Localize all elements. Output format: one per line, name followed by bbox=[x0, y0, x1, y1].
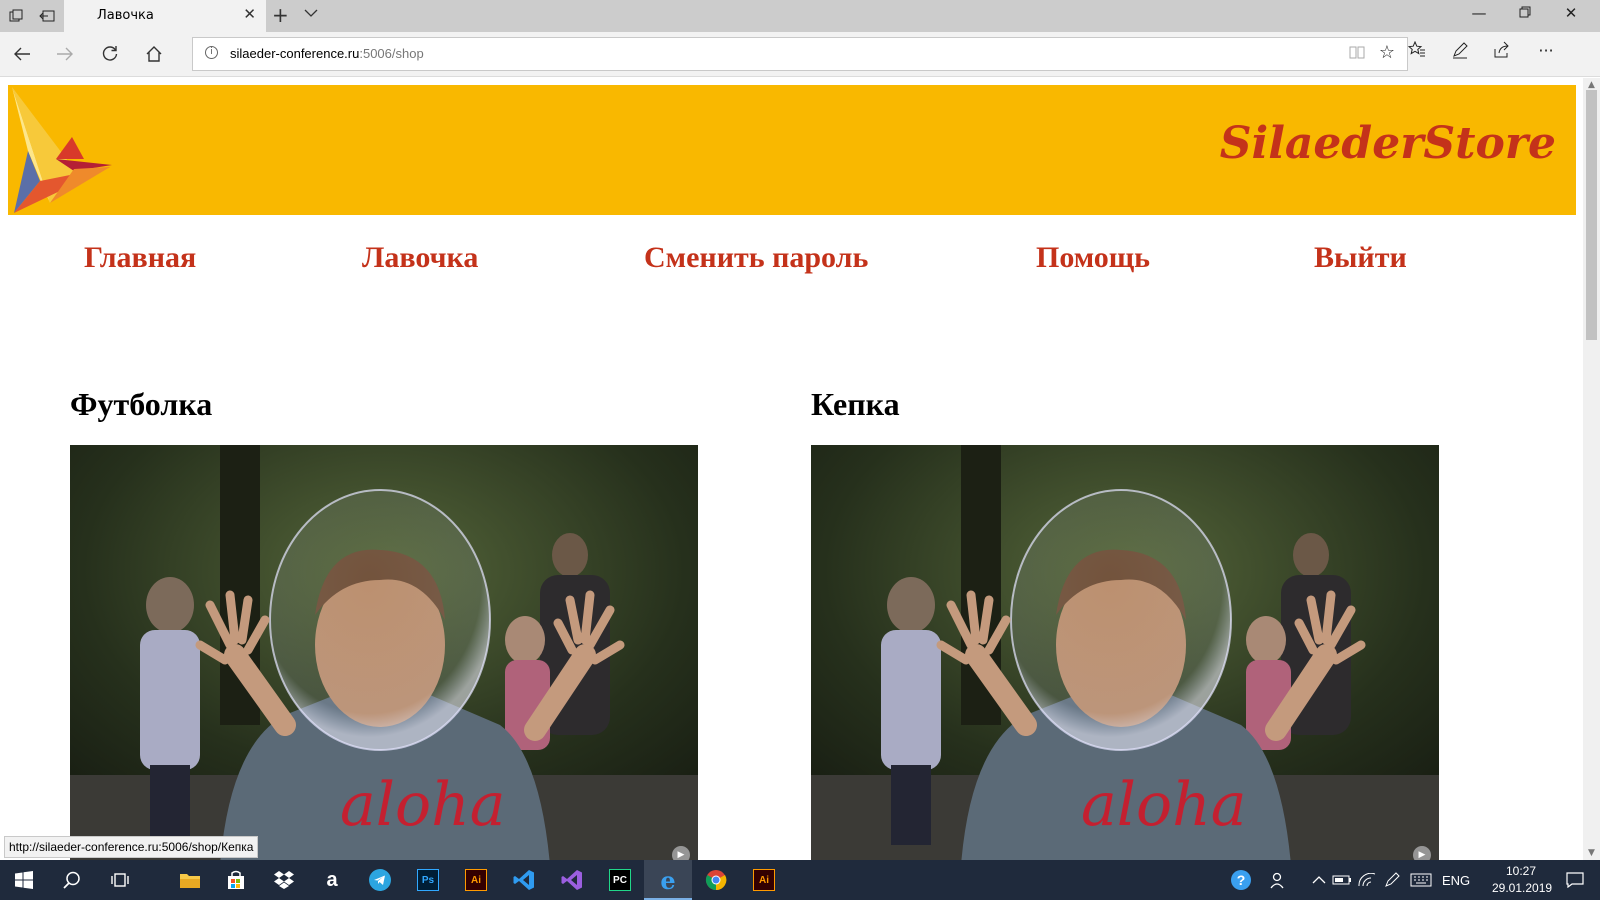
tab-actions-icon[interactable] bbox=[6, 6, 26, 26]
vscode-icon[interactable] bbox=[500, 860, 548, 900]
product-image[interactable]: aloha ▶ bbox=[811, 445, 1439, 860]
amazon-icon[interactable]: a bbox=[308, 860, 356, 900]
menu-item-home[interactable]: Главная bbox=[84, 241, 196, 275]
address-bar[interactable]: i silaeder-conference.ru:5006/shop ☆ bbox=[192, 37, 1408, 71]
clock-time: 10:27 bbox=[1505, 864, 1537, 878]
site-brand[interactable]: SilaederStore bbox=[1220, 118, 1556, 169]
chevron-down-icon[interactable] bbox=[304, 6, 318, 24]
battery-icon[interactable] bbox=[1332, 860, 1352, 900]
file-explorer-icon[interactable] bbox=[166, 860, 214, 900]
home-icon[interactable] bbox=[140, 40, 168, 68]
illustrator-label: Ai bbox=[753, 869, 775, 891]
people-icon[interactable] bbox=[1270, 860, 1288, 900]
wifi-icon[interactable] bbox=[1358, 860, 1376, 900]
tray-expand-icon[interactable] bbox=[1312, 860, 1326, 900]
telegram-icon[interactable] bbox=[356, 860, 404, 900]
logo-icon bbox=[12, 87, 112, 213]
browser-toolbar: i silaeder-conference.ru:5006/shop ☆ ··· bbox=[0, 32, 1600, 77]
scroll-down-icon[interactable]: ▼ bbox=[1583, 848, 1600, 858]
refresh-icon[interactable] bbox=[96, 40, 124, 68]
pycharm-label: PC bbox=[609, 869, 631, 891]
forward-icon[interactable] bbox=[51, 40, 79, 68]
menu-item-logout[interactable]: Выйти bbox=[1314, 241, 1407, 275]
url-host: silaeder-conference.ru bbox=[230, 46, 360, 61]
site-header: SilaederStore bbox=[8, 85, 1576, 215]
svg-text:aloha: aloha bbox=[340, 770, 506, 840]
language-indicator[interactable]: ENG bbox=[1442, 860, 1470, 900]
back-icon[interactable] bbox=[8, 40, 36, 68]
product-title: Кепка bbox=[811, 386, 900, 422]
scrollbar[interactable]: ▲ ▼ bbox=[1583, 78, 1600, 860]
edge-icon[interactable]: e bbox=[644, 860, 692, 900]
pycharm-icon[interactable]: PC bbox=[596, 860, 644, 900]
clock-date: 29.01.2019 bbox=[1492, 881, 1553, 895]
scroll-thumb[interactable] bbox=[1586, 90, 1597, 340]
photoshop-label: Ps bbox=[417, 869, 439, 891]
tab-bar: Лавочка ✕ + — ✕ bbox=[0, 0, 1600, 32]
task-view-icon[interactable] bbox=[96, 860, 144, 900]
web-note-icon[interactable] bbox=[1446, 41, 1474, 63]
taskbar-clock[interactable]: 10:27 29.01.2019 bbox=[1492, 863, 1553, 897]
new-tab-icon[interactable]: + bbox=[272, 3, 289, 27]
visual-studio-icon[interactable] bbox=[548, 860, 596, 900]
menu-item-change-password[interactable]: Сменить пароль bbox=[644, 241, 868, 275]
svg-text:?: ? bbox=[1237, 872, 1246, 888]
link-status-bar: http://silaeder-conference.ru:5006/shop/… bbox=[4, 836, 259, 858]
close-tab-icon[interactable]: ✕ bbox=[243, 5, 256, 23]
favorite-star-icon[interactable]: ☆ bbox=[1379, 42, 1395, 63]
product-card[interactable]: Футболка aloha ▶ bbox=[70, 386, 698, 860]
set-tabs-aside-icon[interactable] bbox=[37, 6, 57, 26]
start-icon[interactable] bbox=[0, 860, 48, 900]
product-image[interactable]: aloha ▶ bbox=[70, 445, 698, 860]
url-path: :5006/shop bbox=[359, 46, 424, 61]
search-icon[interactable] bbox=[48, 860, 96, 900]
svg-text:aloha: aloha bbox=[1081, 770, 1247, 840]
site-info-icon[interactable]: i bbox=[205, 46, 218, 59]
tab-active[interactable]: Лавочка ✕ bbox=[64, 0, 266, 32]
favorites-hub-icon[interactable] bbox=[1403, 40, 1431, 61]
play-icon[interactable]: ▶ bbox=[1413, 846, 1431, 860]
illustrator-label: Ai bbox=[465, 869, 487, 891]
menu-item-shop[interactable]: Лавочка bbox=[362, 241, 478, 275]
illustrator-icon[interactable]: Ai bbox=[452, 860, 500, 900]
close-window-icon[interactable]: ✕ bbox=[1548, 4, 1594, 22]
menu-item-help[interactable]: Помощь bbox=[1036, 241, 1150, 275]
restore-icon[interactable] bbox=[1502, 4, 1548, 22]
help-icon[interactable]: ? bbox=[1230, 860, 1252, 900]
page-viewport: SilaederStore Главная Лавочка Сменить па… bbox=[0, 78, 1583, 860]
more-icon[interactable]: ··· bbox=[1532, 41, 1560, 60]
share-icon[interactable] bbox=[1488, 41, 1516, 63]
illustrator-icon[interactable]: Ai bbox=[740, 860, 788, 900]
notifications-icon[interactable] bbox=[1566, 860, 1584, 900]
photoshop-icon[interactable]: Ps bbox=[404, 860, 452, 900]
tab-title: Лавочка bbox=[97, 8, 154, 23]
product-card[interactable]: Кепка aloha ▶ bbox=[811, 386, 1439, 860]
minimize-icon[interactable]: — bbox=[1456, 4, 1502, 22]
url-text[interactable]: silaeder-conference.ru:5006/shop bbox=[230, 46, 424, 61]
chrome-icon[interactable] bbox=[692, 860, 740, 900]
pen-icon[interactable] bbox=[1384, 860, 1400, 900]
play-icon[interactable]: ▶ bbox=[672, 846, 690, 860]
store-icon[interactable] bbox=[212, 860, 260, 900]
reading-view-icon[interactable] bbox=[1349, 44, 1365, 64]
scroll-up-icon[interactable]: ▲ bbox=[1583, 80, 1600, 90]
taskbar: a Ps Ai PC e Ai ? ENG 10:27 29.01.2019 bbox=[0, 860, 1600, 900]
keyboard-icon[interactable] bbox=[1410, 860, 1432, 900]
dropbox-icon[interactable] bbox=[260, 860, 308, 900]
product-title: Футболка bbox=[70, 386, 213, 422]
